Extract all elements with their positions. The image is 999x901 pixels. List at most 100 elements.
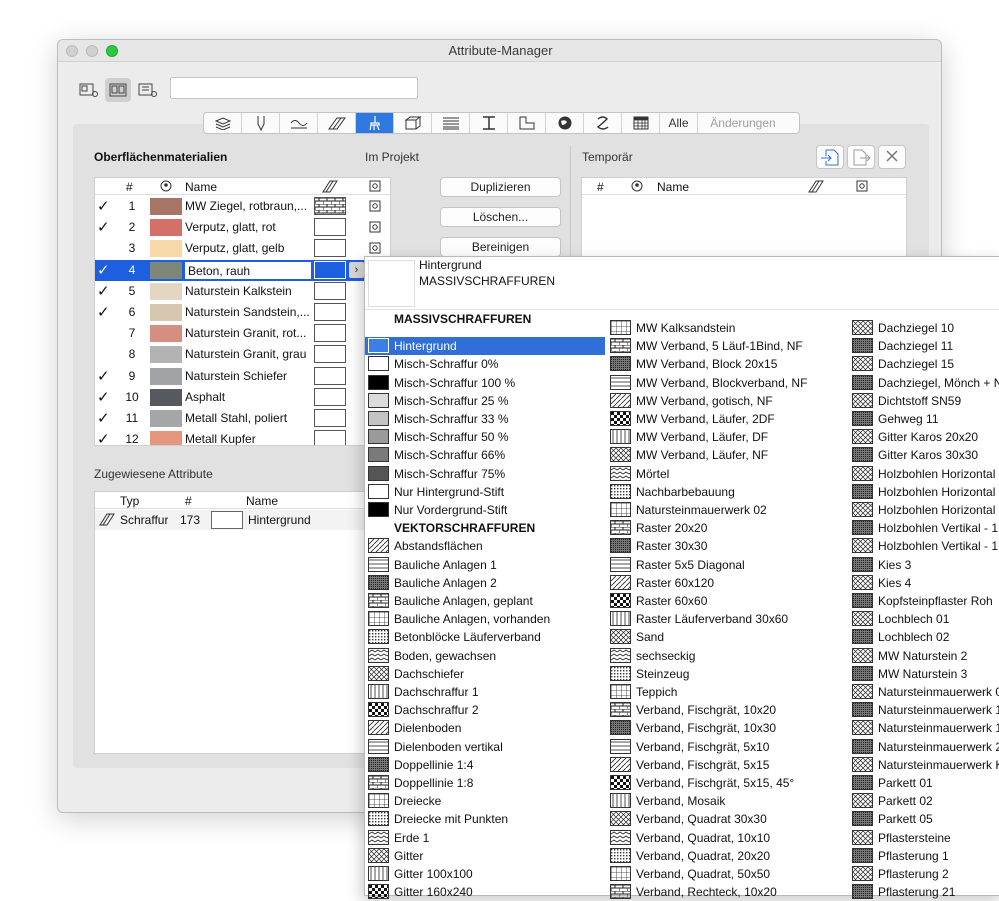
import-button[interactable] — [816, 145, 844, 169]
table-row[interactable]: ✓ 4 Beton, rauh › — [95, 259, 390, 281]
fill-item[interactable]: Gitter Karos 20x20 — [849, 428, 999, 446]
fill-item[interactable]: Gehweg 11 — [849, 410, 999, 428]
fill-item[interactable]: Nur Vordergrund-Stift — [365, 501, 605, 519]
fill-item[interactable]: Bauliche Anlagen 1 — [365, 556, 605, 574]
table-row[interactable]: ✓ 6 Naturstein Sandstein,... — [95, 302, 390, 323]
tab-changes[interactable]: Änderungen — [698, 113, 788, 133]
tab-layers[interactable] — [204, 113, 242, 133]
fill-swatch[interactable] — [314, 218, 346, 237]
fill-item[interactable]: Verband, Fischgrät, 10x30 — [607, 719, 847, 737]
fill-item[interactable]: Natursteinmauerwerk 0 — [849, 683, 999, 701]
fill-dropdown-arrow[interactable]: › — [349, 261, 364, 278]
fill-item[interactable]: Abstandsflächen — [365, 537, 605, 555]
fill-item[interactable]: Gitter 160x240 — [365, 883, 605, 901]
fill-item[interactable]: Raster 60x120 — [607, 574, 847, 592]
search-input[interactable] — [170, 77, 418, 99]
delete-button[interactable]: Löschen... — [440, 207, 561, 227]
tab-pens[interactable] — [242, 113, 280, 133]
fill-item[interactable]: Parkett 01 — [849, 774, 999, 792]
fill-item[interactable]: Pflastersteine — [849, 829, 999, 847]
fill-item[interactable]: Dachziegel 15 — [849, 355, 999, 373]
fill-item[interactable]: Teppich — [607, 683, 847, 701]
fill-item[interactable]: Misch-Schraffur 0% — [365, 355, 605, 373]
table-row[interactable]: ✓ 2 Verputz, glatt, rot — [95, 217, 390, 238]
fill-item[interactable]: Dielenboden vertikal — [365, 738, 605, 756]
fill-item[interactable]: MW Naturstein 2 — [849, 647, 999, 665]
fill-swatch[interactable] — [314, 281, 346, 300]
fill-item[interactable]: Erde 1 — [365, 829, 605, 847]
fill-item[interactable]: Verband, Fischgrät, 5x10 — [607, 738, 847, 756]
fill-item[interactable]: Pflasterung 21 — [849, 883, 999, 901]
fill-item[interactable]: Raster 30x30 — [607, 537, 847, 555]
fill-item[interactable]: Steinzeug — [607, 665, 847, 683]
fill-item[interactable]: Dreiecke mit Punkten — [365, 810, 605, 828]
view-mode-2-button[interactable] — [105, 78, 131, 102]
fill-item[interactable]: Nachbarbebauung — [607, 483, 847, 501]
table-row[interactable]: ✓ 10 Asphalt — [95, 387, 390, 408]
fill-item[interactable]: Doppellinie 1:8 — [365, 774, 605, 792]
fill-item[interactable]: Verband, Fischgrät, 10x20 — [607, 701, 847, 719]
fill-item[interactable]: Gitter — [365, 847, 605, 865]
fill-item[interactable]: Verband, Quadrat, 10x10 — [607, 829, 847, 847]
fill-swatch[interactable] — [314, 345, 346, 364]
tab-all[interactable]: Alle — [660, 113, 698, 133]
fill-item[interactable]: Verband, Quadrat, 20x20 — [607, 847, 847, 865]
fill-swatch[interactable] — [314, 197, 346, 215]
fill-swatch[interactable] — [314, 260, 346, 279]
table-row[interactable]: ✓ 11 Metall Stahl, poliert — [95, 408, 390, 429]
fill-item[interactable]: Verband, Fischgrät, 5x15, 45° — [607, 774, 847, 792]
fill-swatch[interactable] — [314, 303, 346, 321]
tab-profiles[interactable] — [470, 113, 508, 133]
duplicate-button[interactable]: Duplizieren — [440, 177, 561, 197]
fill-item[interactable]: Raster 60x60 — [607, 592, 847, 610]
view-mode-1-button[interactable] — [76, 78, 102, 102]
fill-item[interactable]: Parkett 05 — [849, 810, 999, 828]
clean-button[interactable]: Bereinigen — [440, 237, 561, 257]
fill-swatch[interactable] — [314, 430, 346, 445]
fill-item[interactable]: Misch-Schraffur 100 % — [365, 374, 605, 392]
fill-item[interactable]: MW Verband, 5 Läuf-1Bind, NF — [607, 337, 847, 355]
fill-item[interactable]: sechseckig — [607, 647, 847, 665]
fill-item[interactable]: Kopfsteinpflaster Roh — [849, 592, 999, 610]
fill-swatch[interactable] — [314, 387, 346, 406]
fill-item[interactable]: Gitter Karos 30x30 — [849, 446, 999, 464]
fill-item[interactable]: Verband, Quadrat 30x30 — [607, 810, 847, 828]
tab-building-materials[interactable] — [394, 113, 432, 133]
fill-item[interactable]: Mörtel — [607, 465, 847, 483]
fill-item[interactable]: Verband, Mosaik — [607, 792, 847, 810]
fill-item[interactable]: Raster 20x20 — [607, 519, 847, 537]
fill-item[interactable]: Misch-Schraffur 33 % — [365, 410, 605, 428]
fill-item[interactable]: Holzbohlen Vertikal - 1 — [849, 519, 999, 537]
fill-item[interactable]: Holzbohlen Horizontal — [849, 501, 999, 519]
fill-item[interactable]: Misch-Schraffur 75% — [365, 465, 605, 483]
fill-item[interactable]: Lochblech 01 — [849, 610, 999, 628]
table-row[interactable]: ✓ 9 Naturstein Schiefer — [95, 366, 390, 387]
fill-item[interactable]: MW Naturstein 3 — [849, 665, 999, 683]
fill-item[interactable]: Raster 5x5 Diagonal — [607, 556, 847, 574]
export-button[interactable] — [847, 145, 875, 169]
fill-item[interactable]: MW Verband, Läufer, DF — [607, 428, 847, 446]
fill-item[interactable]: Holzbohlen Vertikal - 1 — [849, 537, 999, 555]
row-name[interactable]: Beton, rauh — [184, 260, 312, 280]
fill-item[interactable]: Dachschraffur 2 — [365, 701, 605, 719]
fill-item[interactable]: MW Verband, gotisch, NF — [607, 392, 847, 410]
fill-item[interactable]: Dichtstoff SN59 — [849, 392, 999, 410]
tab-line-types[interactable] — [280, 113, 318, 133]
fill-swatch[interactable] — [314, 239, 346, 258]
tab-composites[interactable] — [432, 113, 470, 133]
remove-button[interactable] — [878, 145, 906, 169]
fill-item[interactable]: Natursteinmauerwerk 2 — [849, 738, 999, 756]
fill-item[interactable]: Kies 4 — [849, 574, 999, 592]
fill-item[interactable]: Natursteinmauerwerk 02 — [607, 501, 847, 519]
tab-mep[interactable] — [584, 113, 622, 133]
fill-item[interactable]: Verband, Fischgrät, 5x15 — [607, 756, 847, 774]
fill-item[interactable]: Dachschiefer — [365, 665, 605, 683]
assigned-row[interactable]: Schraffur 173 Hintergrund — [95, 510, 375, 530]
fill-item[interactable]: Natursteinmauerwerk 1 — [849, 701, 999, 719]
fill-item[interactable]: Holzbohlen Horizontal — [849, 483, 999, 501]
table-row[interactable]: 8 Naturstein Granit, grau — [95, 344, 390, 365]
fill-item[interactable]: Dreiecke — [365, 792, 605, 810]
tab-markup[interactable] — [546, 113, 584, 133]
fill-item[interactable]: Dachschraffur 1 — [365, 683, 605, 701]
fill-item[interactable]: MW Kalksandstein — [607, 319, 847, 337]
